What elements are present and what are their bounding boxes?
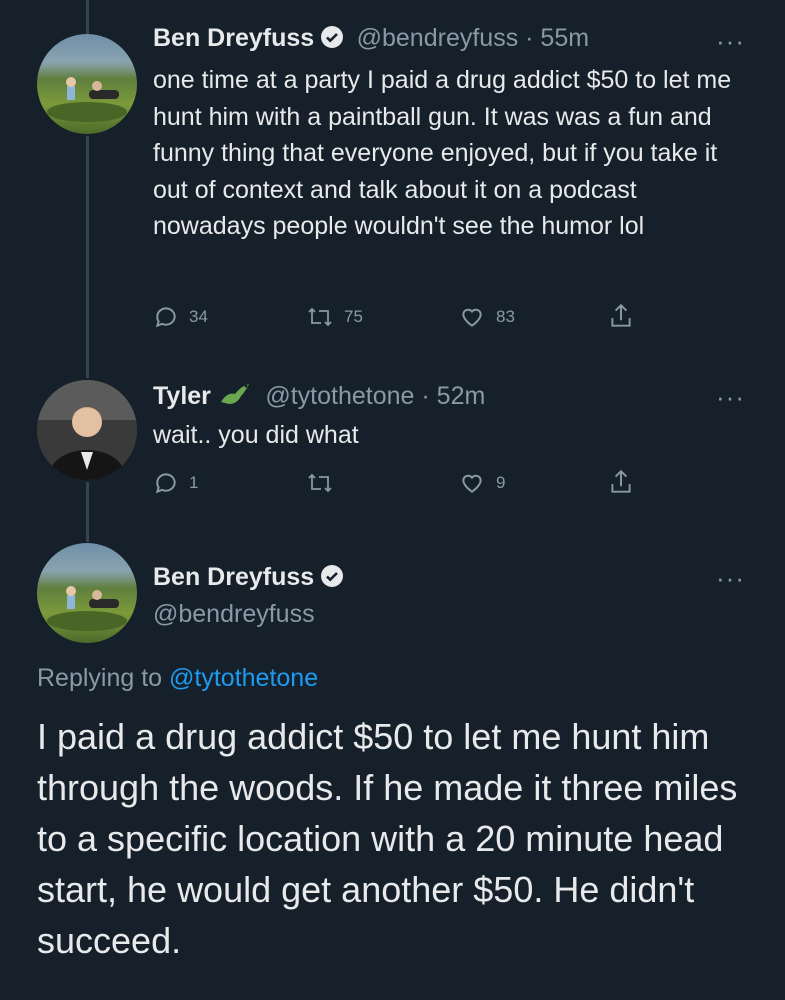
reply-button[interactable]: 34 <box>153 304 208 330</box>
retweet-count: 75 <box>344 307 363 326</box>
tweet-text: I paid a drug addict $50 to let me hunt … <box>37 716 738 961</box>
like-button[interactable]: 9 <box>458 470 505 496</box>
like-button[interactable]: 83 <box>458 304 515 330</box>
replying-to-link[interactable]: @tytothetone <box>169 664 318 692</box>
reply-icon <box>155 473 176 494</box>
handle-time[interactable]: @tytothetone · 52m <box>265 382 485 410</box>
retweet-icon <box>308 307 332 327</box>
reply-count: 34 <box>189 307 208 326</box>
more-icon[interactable]: ··· <box>716 382 745 413</box>
replying-prefix: Replying to <box>37 664 170 692</box>
author-name[interactable]: Tyler <box>153 382 211 410</box>
thread-line-1 <box>86 136 89 378</box>
more-icon[interactable]: ··· <box>716 26 745 57</box>
reply-count: 1 <box>189 473 199 492</box>
thread-line-top <box>86 0 89 36</box>
tweet-text: one time at a party I paid a drug addict… <box>153 66 732 240</box>
share-button[interactable] <box>608 468 634 496</box>
reply-icon <box>155 307 176 328</box>
avatar[interactable] <box>37 380 137 480</box>
like-count: 9 <box>496 473 506 492</box>
author-name[interactable]: Ben Dreyfuss <box>153 563 314 591</box>
share-icon <box>611 303 631 327</box>
retweet-button[interactable] <box>306 470 344 496</box>
handle-time[interactable]: @bendreyfuss · 55m <box>357 24 589 52</box>
tweet-text: wait.. you did what <box>153 421 359 449</box>
like-icon <box>462 308 482 327</box>
avatar[interactable] <box>37 543 137 643</box>
like-count: 83 <box>496 307 515 326</box>
share-icon <box>611 469 631 493</box>
more-icon[interactable]: ··· <box>716 563 745 594</box>
verified-badge-icon <box>320 564 344 593</box>
avatar-image <box>47 77 127 122</box>
avatar-image <box>47 586 127 631</box>
thread-line-2 <box>86 482 89 542</box>
avatar-image <box>37 380 137 480</box>
avatar[interactable] <box>37 34 137 134</box>
like-icon <box>462 474 482 493</box>
retweet-icon <box>308 473 332 493</box>
share-button[interactable] <box>608 302 634 330</box>
author-name[interactable]: Ben Dreyfuss <box>153 24 314 52</box>
reply-button[interactable]: 1 <box>153 470 198 496</box>
author-handle[interactable]: @bendreyfuss <box>153 600 315 629</box>
verified-badge-icon <box>320 25 344 54</box>
retweet-button[interactable]: 75 <box>306 304 363 330</box>
lizard-emoji-icon <box>219 380 253 413</box>
replying-to: Replying to @tytothetone <box>37 664 318 693</box>
